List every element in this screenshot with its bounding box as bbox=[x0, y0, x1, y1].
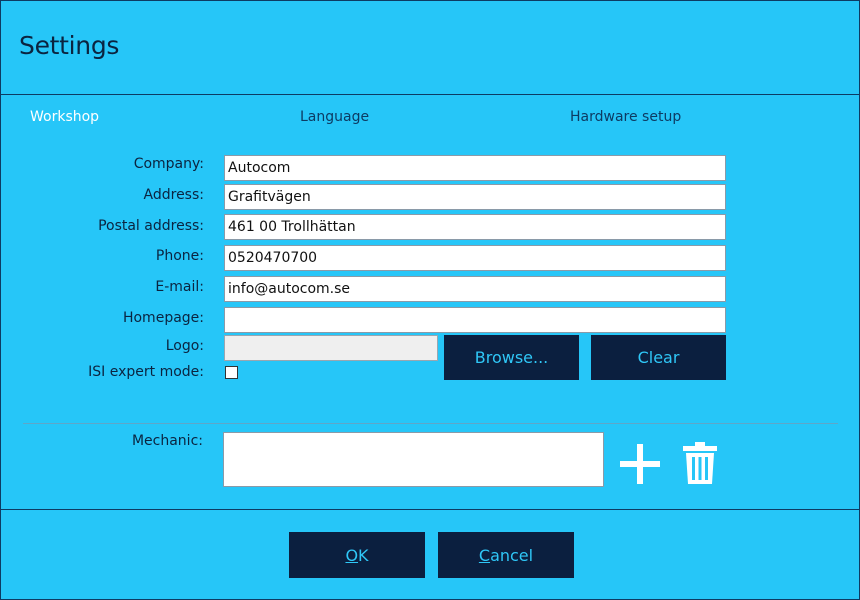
mechanic-label: Mechanic: bbox=[131, 433, 203, 449]
browse-button[interactable]: Browse... bbox=[444, 335, 579, 380]
cancel-label-rest: ancel bbox=[490, 545, 534, 565]
section-divider bbox=[23, 423, 838, 424]
isi-expert-mode-checkbox[interactable] bbox=[225, 366, 238, 379]
mechanic-list[interactable] bbox=[223, 432, 604, 487]
email-field[interactable]: info@autocom.se bbox=[224, 276, 726, 302]
dialog-title: Settings bbox=[19, 31, 120, 60]
cancel-mnemonic: C bbox=[478, 545, 491, 565]
company-field[interactable]: Autocom bbox=[224, 155, 726, 181]
tab-workshop[interactable]: Workshop bbox=[30, 109, 99, 125]
logo-path-field bbox=[224, 335, 438, 361]
postal-address-field[interactable]: 461 00 Trollhättan bbox=[224, 214, 726, 240]
postal-address-label: Postal address: bbox=[98, 218, 204, 234]
cancel-button[interactable]: Cancel bbox=[438, 532, 574, 578]
settings-dialog: Settings Workshop Language Hardware setu… bbox=[0, 0, 860, 600]
phone-label: Phone: bbox=[155, 248, 204, 264]
phone-field[interactable]: 0520470700 bbox=[224, 245, 726, 271]
clear-button[interactable]: Clear bbox=[591, 335, 726, 380]
homepage-field[interactable] bbox=[224, 307, 726, 333]
plus-icon[interactable] bbox=[619, 443, 661, 485]
ok-mnemonic: O bbox=[345, 545, 359, 565]
tab-language[interactable]: Language bbox=[300, 109, 369, 125]
email-label: E-mail: bbox=[155, 279, 204, 295]
company-label: Company: bbox=[133, 156, 204, 172]
logo-label: Logo: bbox=[165, 338, 204, 354]
trash-icon[interactable] bbox=[682, 441, 718, 485]
address-label: Address: bbox=[143, 187, 204, 203]
isi-expert-mode-label: ISI expert mode: bbox=[88, 364, 204, 380]
tab-hardware-setup[interactable]: Hardware setup bbox=[570, 109, 681, 125]
ok-label-rest: K bbox=[358, 545, 369, 565]
address-field[interactable]: Grafitvägen bbox=[224, 184, 726, 210]
footer-divider bbox=[1, 509, 859, 510]
ok-button[interactable]: OK bbox=[289, 532, 425, 578]
homepage-label: Homepage: bbox=[122, 310, 204, 326]
header-divider bbox=[1, 94, 859, 95]
